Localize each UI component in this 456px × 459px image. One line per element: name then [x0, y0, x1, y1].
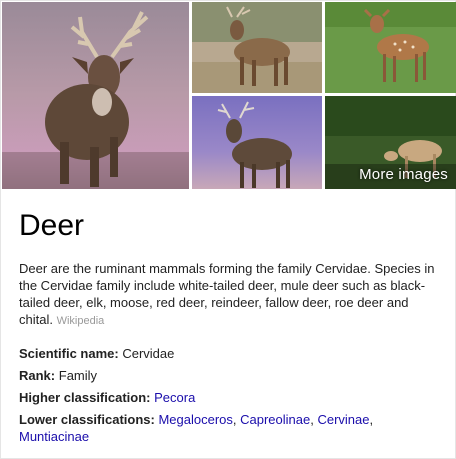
- facts-list: Scientific name: Cervidae Rank: Family H…: [19, 345, 439, 450]
- source-link-wikipedia[interactable]: Wikipedia: [57, 315, 105, 327]
- link-muntiacinae[interactable]: Muntiacinae: [19, 429, 89, 444]
- link-capreolinae[interactable]: Capreolinae: [240, 412, 310, 427]
- more-images-label: More images: [359, 166, 448, 183]
- fact-value: Family: [58, 368, 98, 383]
- fact-label: Rank:: [19, 368, 56, 383]
- fact-label: Higher classification:: [19, 390, 151, 405]
- fact-rank: Rank: Family: [19, 367, 439, 384]
- more-images-button[interactable]: More images: [325, 96, 456, 189]
- fact-lower-classifications: Lower classifications: Megaloceros, Capr…: [19, 412, 374, 444]
- link-megaloceros[interactable]: Megaloceros: [158, 412, 232, 427]
- deer-image-3[interactable]: [325, 2, 456, 93]
- fact-scientific-name: Scientific name: Cervidae: [19, 345, 439, 362]
- link-pecora[interactable]: Pecora: [154, 390, 195, 405]
- deer-image-2[interactable]: [192, 2, 322, 93]
- fact-label: Scientific name:: [19, 346, 119, 361]
- fact-value: Cervidae: [122, 346, 175, 361]
- knowledge-panel: More images Deer Deer are the ruminant m…: [0, 0, 456, 459]
- deer-image-4[interactable]: [192, 96, 322, 189]
- fact-label: Lower classifications:: [19, 412, 155, 427]
- description: Deer are the ruminant mammals forming th…: [19, 260, 439, 330]
- fact-higher-classification: Higher classification: Pecora: [19, 389, 439, 406]
- page-title: Deer: [19, 209, 85, 242]
- deer-image-main[interactable]: [2, 2, 189, 189]
- link-cervinae[interactable]: Cervinae: [317, 412, 369, 427]
